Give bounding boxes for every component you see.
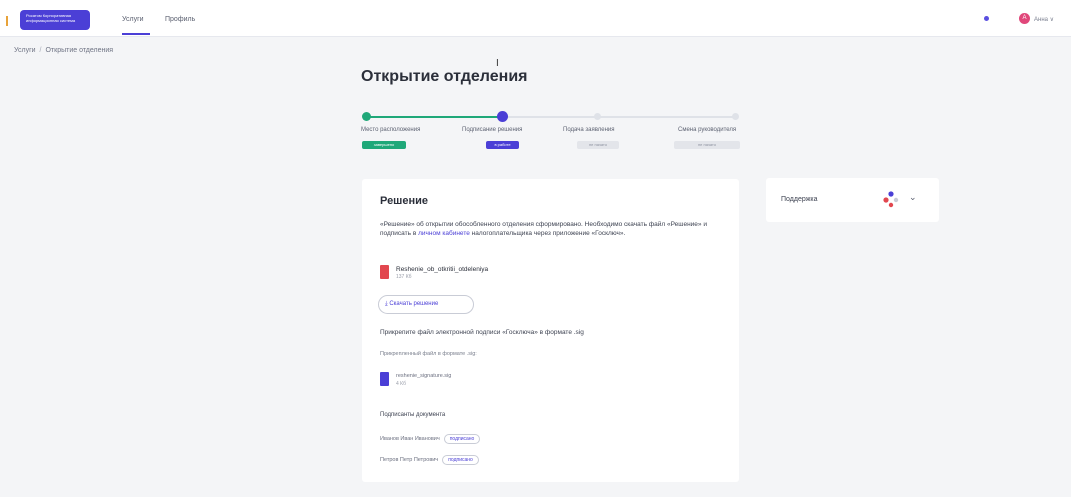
card-title: Решение: [380, 195, 428, 207]
file-name: Reshenie_ob_otkritii_otdeleniya: [396, 266, 489, 273]
step-dot-active: [497, 111, 508, 122]
status-badge: не начато: [577, 141, 619, 149]
step-label: Смена руководителя: [678, 127, 737, 133]
breadcrumb: Услуги / Открытие отделения: [14, 47, 113, 54]
breadcrumb-separator: /: [39, 47, 42, 54]
signers-title: Подписанты документа: [380, 412, 446, 418]
notification-icon[interactable]: [984, 16, 989, 21]
signer-name: Иванов Иван Иванович: [380, 436, 440, 442]
nav-item-services[interactable]: Услуги: [122, 16, 144, 23]
step-line-1: [367, 116, 502, 118]
upload-title: Прикрепите файл электронной подписи «Гос…: [380, 329, 584, 336]
file-size: 4 Кб: [396, 381, 406, 387]
step-dot-done: [362, 112, 371, 121]
support-icon: [883, 191, 899, 208]
decision-file[interactable]: Reshenie_ob_otkritii_otdeleniya 137 Кб: [380, 265, 680, 281]
decision-card: Решение «Решение» об открытии обособленн…: [362, 179, 739, 482]
download-decision-button[interactable]: ⤓ Скачать решение: [378, 295, 474, 314]
signer-row: Петров Петр Петрович подписано: [380, 455, 479, 465]
card-description: «Решение» об открытии обособленного отде…: [380, 220, 720, 238]
signer-status-badge: подписано: [442, 455, 479, 465]
avatar[interactable]: А: [1019, 13, 1030, 24]
chevron-down-icon[interactable]: ⌄: [909, 192, 917, 203]
description-text: налогоплательщика через приложение «Госк…: [469, 230, 626, 237]
personal-account-link[interactable]: личном кабинете: [418, 230, 470, 237]
file-size: 137 Кб: [396, 274, 412, 280]
step-dot-todo: [594, 113, 601, 120]
signer-row: Иванов Иван Иванович подписано: [380, 434, 481, 444]
support-card[interactable]: Поддержка ⌄: [766, 178, 939, 222]
nav-item-profile[interactable]: Профиль: [165, 16, 195, 23]
logo[interactable]: Росатом Корпоративная информационная сис…: [20, 10, 90, 30]
nav-active-indicator: [122, 33, 150, 35]
signature-file[interactable]: reshenie_signature.sig 4 Кб: [380, 372, 680, 388]
logo-accent: [6, 16, 8, 26]
step-dot-todo: [732, 113, 739, 120]
status-badge: не начато: [674, 141, 740, 149]
status-badge: в работе: [486, 141, 519, 149]
sig-file-icon: [380, 372, 389, 386]
file-name: reshenie_signature.sig: [396, 373, 452, 379]
breadcrumb-item-services[interactable]: Услуги: [14, 47, 36, 54]
top-header: Росатом Корпоративная информационная сис…: [0, 0, 1071, 37]
step-line-3: [598, 116, 736, 118]
support-label: Поддержка: [781, 196, 818, 203]
pdf-file-icon: [380, 265, 389, 279]
user-menu[interactable]: Анна ∨: [1034, 16, 1054, 23]
signer-status-badge: подписано: [443, 434, 481, 444]
step-line-2: [502, 116, 598, 118]
status-badge: завершено: [362, 141, 406, 149]
upload-hint: Прикрепленный файл в формате .sig:: [380, 351, 477, 357]
page-title: Открытие отделения: [361, 68, 528, 85]
step-label: Место расположения: [361, 127, 421, 133]
signer-name: Петров Петр Петрович: [380, 457, 439, 463]
step-label: Подача заявления: [563, 127, 615, 133]
step-label: Подписание решения: [462, 127, 523, 133]
breadcrumb-item-current: Открытие отделения: [45, 47, 114, 54]
